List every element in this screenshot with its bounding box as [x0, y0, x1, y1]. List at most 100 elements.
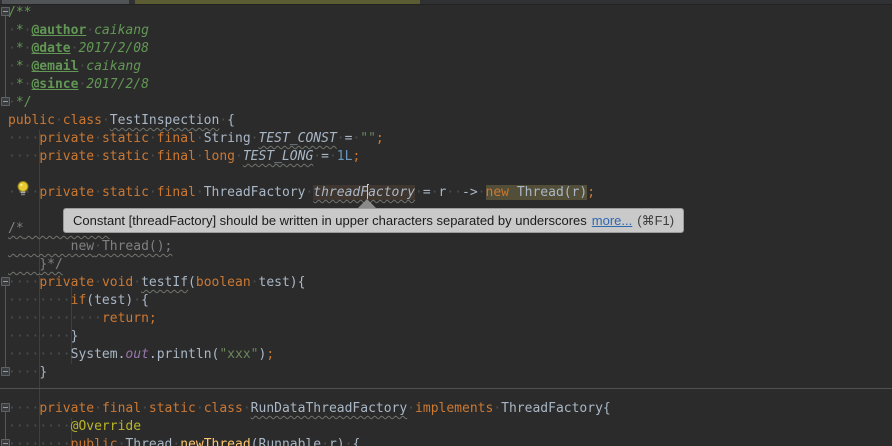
code-token: [8, 239, 71, 254]
code-token: ;: [587, 185, 595, 200]
code-token: final: [102, 401, 141, 416]
code-token: }*/: [39, 257, 62, 272]
fold-end-icon[interactable]: [1, 97, 10, 106]
code-token: long: [204, 149, 235, 164]
code-token: private: [39, 401, 94, 416]
code-token: ·Thread(r): [509, 185, 587, 200]
code-token: caikang: [86, 59, 141, 74]
code-token: private: [39, 185, 94, 200]
code-token: ;: [376, 131, 384, 146]
code-token: public: [8, 113, 55, 128]
code-line[interactable]: ········public·Thread·newThread(Runnable…: [8, 436, 360, 446]
code-token: ·*·: [8, 59, 31, 74]
code-token: @email: [31, 59, 78, 74]
fold-start-icon[interactable]: [1, 439, 10, 446]
code-token: ;: [149, 311, 157, 326]
code-token: ·: [94, 275, 102, 290]
code-token: class: [204, 401, 243, 416]
code-token: ·: [55, 113, 63, 128]
code-token: ThreadFactory: [204, 185, 306, 200]
tab-strip-active[interactable]: [135, 0, 420, 4]
code-token: ·=·r··: [415, 185, 462, 200]
code-token: void: [102, 275, 133, 290]
code-line[interactable]: ·*·@since·2017/2/8: [8, 76, 149, 94]
code-token: return: [102, 311, 149, 326]
code-line[interactable]: ·*/: [8, 94, 31, 112]
code-token: ·: [94, 401, 102, 416]
code-token: private: [39, 149, 94, 164]
code-token: @since: [31, 77, 78, 92]
code-token: ········: [8, 293, 71, 308]
code-token: static: [102, 185, 149, 200]
code-token: ·: [133, 275, 141, 290]
code-line[interactable]: ····private·static·final·ThreadFactory·t…: [8, 184, 595, 202]
code-token: 1L: [337, 149, 353, 164]
code-line[interactable]: ············return;: [8, 310, 157, 328]
code-token: /**: [8, 5, 31, 20]
code-line[interactable]: ········System.out.println("xxx");: [8, 346, 274, 364]
code-token: ·: [235, 149, 243, 164]
code-token: TEST_CONST: [259, 131, 337, 146]
code-line[interactable]: ····private·final·static·class·RunDataTh…: [8, 400, 611, 418]
code-token: /*: [8, 221, 24, 236]
code-token: ·: [243, 401, 251, 416]
code-line[interactable]: ····}: [8, 364, 47, 382]
code-token: implements: [415, 401, 493, 416]
code-token: ·*/: [8, 95, 31, 110]
code-token: final: [157, 131, 196, 146]
code-line[interactable]: ········}: [8, 328, 78, 346]
code-token: ·*·: [8, 41, 31, 56]
code-token: new: [486, 185, 509, 200]
code-line[interactable]: ········if(test)·{: [8, 292, 149, 310]
code-token: (Runnable·r)·{: [251, 437, 361, 446]
code-token: ;: [266, 347, 274, 362]
code-token: ·: [196, 149, 204, 164]
code-token: out: [125, 347, 148, 362]
code-token: ·*·: [8, 23, 31, 38]
code-token: new·Thread();: [71, 239, 173, 254]
code-token: class: [63, 113, 102, 128]
code-line[interactable]: /**: [8, 4, 31, 22]
code-token: ····: [8, 401, 39, 416]
code-token: ·: [149, 185, 157, 200]
code-token: (test)·{: [86, 293, 149, 308]
code-line[interactable]: ····private·static·final·long·TEST_LONG·…: [8, 148, 360, 166]
code-line[interactable]: ·*·@email·caikang: [8, 58, 141, 76]
code-line[interactable]: new·Thread();: [8, 238, 172, 256]
code-line[interactable]: ·*·@author·caikang: [8, 22, 149, 40]
code-token: actory: [368, 185, 415, 200]
fold-start-icon[interactable]: [1, 277, 10, 286]
code-token: ·*·: [8, 77, 31, 92]
code-token: static: [149, 401, 196, 416]
lightbulb-icon[interactable]: [15, 180, 31, 197]
code-token: ············: [8, 311, 102, 326]
fold-region-line: [5, 412, 6, 439]
code-line[interactable]: public·class·TestInspection·{: [8, 112, 235, 130]
code-token: ·ThreadFactory{: [493, 401, 610, 416]
fold-start-icon[interactable]: [1, 403, 10, 412]
fold-end-icon[interactable]: [1, 367, 10, 376]
more-link[interactable]: more...: [592, 213, 632, 228]
code-line[interactable]: ····private·static·final·String·TEST_CON…: [8, 130, 384, 148]
code-token: threadF: [313, 185, 368, 200]
code-token: public: [71, 437, 118, 446]
code-token: static: [102, 149, 149, 164]
code-token: @author: [31, 23, 86, 38]
fold-region-line: [5, 16, 6, 97]
code-line[interactable]: }*/: [8, 256, 63, 274]
code-token: 2017/2/08: [78, 41, 148, 56]
code-line[interactable]: ········@Override: [8, 418, 141, 436]
code-line[interactable]: ····private·void·testIf(boolean·test){: [8, 274, 305, 292]
code-token: ····: [8, 131, 39, 146]
code-token: @Override: [71, 419, 141, 434]
code-token: ·: [196, 185, 204, 200]
code-line[interactable]: ·*·@date·2017/2/08: [8, 40, 149, 58]
code-token: final: [157, 149, 196, 164]
inspection-tooltip: Constant [threadFactory] should be writt…: [63, 208, 684, 233]
fold-start-icon[interactable]: [1, 7, 10, 16]
code-token: ·Thread·: [118, 437, 181, 446]
code-token: ->·: [462, 185, 485, 200]
code-token: 2017/2/8: [86, 77, 149, 92]
code-token: boolean: [196, 275, 251, 290]
method-separator-line: [0, 388, 892, 389]
